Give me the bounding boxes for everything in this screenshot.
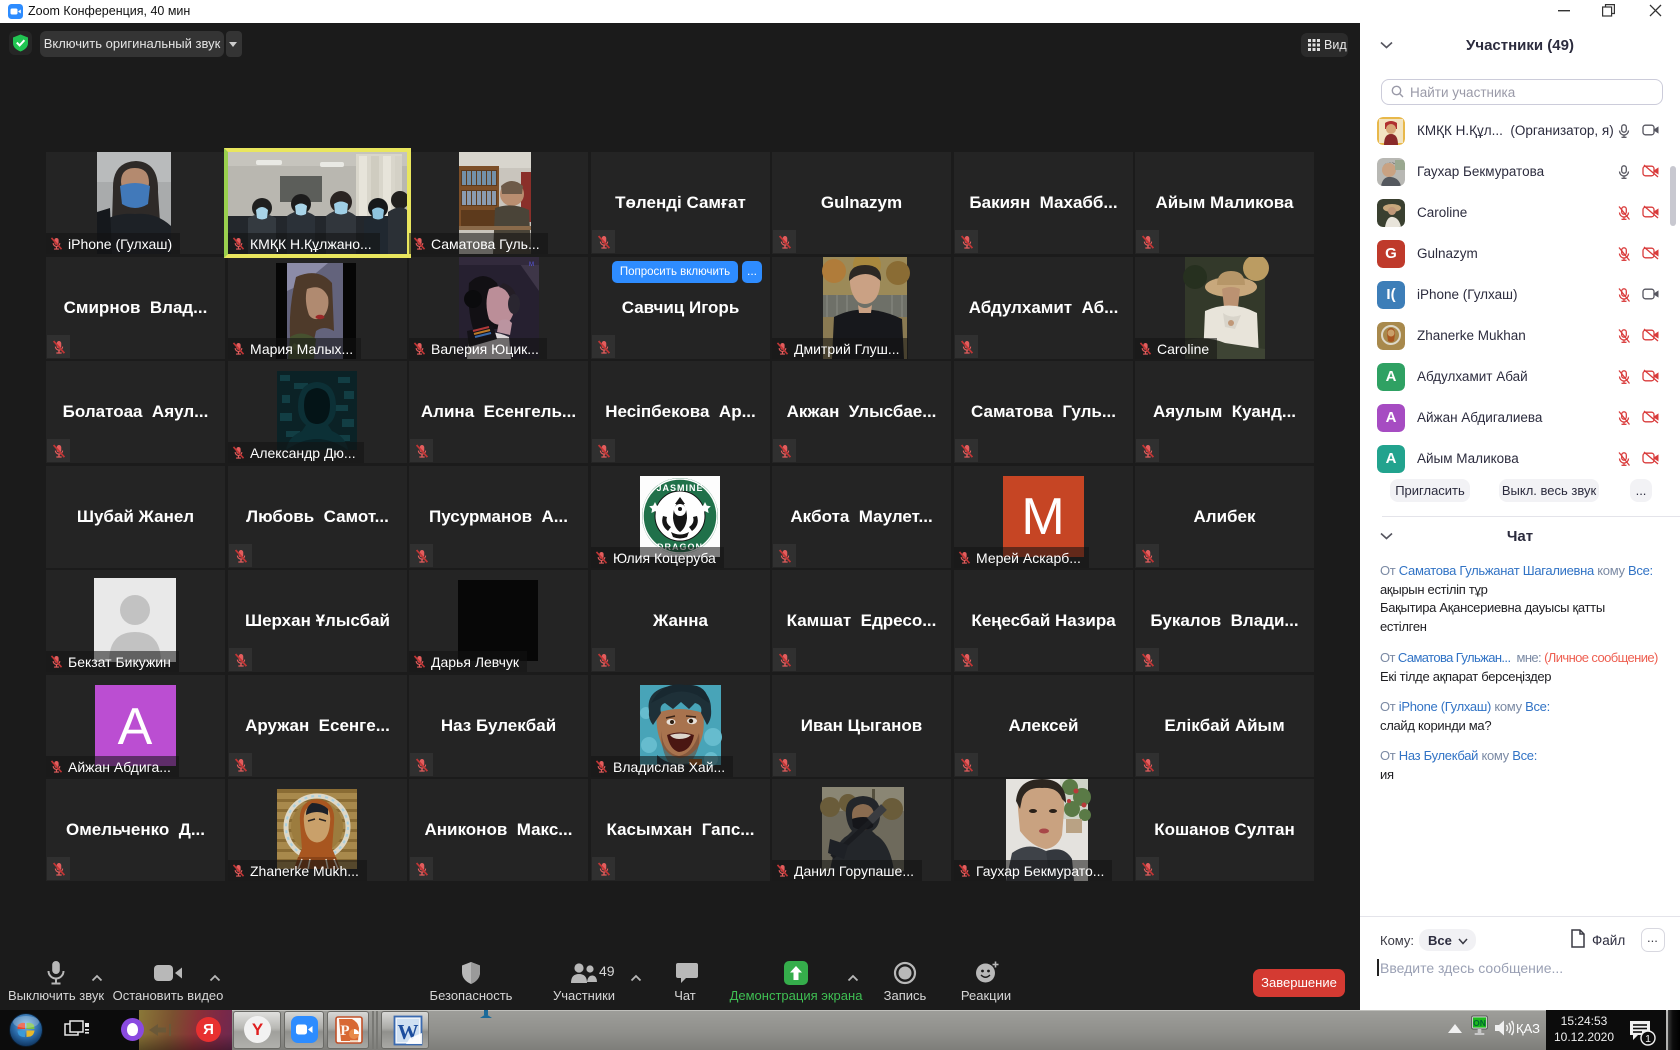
svg-text:M: M: [529, 262, 534, 268]
svg-text:JASMINE: JASMINE: [656, 483, 703, 493]
svg-text:ON: ON: [1473, 1018, 1486, 1028]
svg-text:A: A: [118, 698, 153, 756]
svg-text:M: M: [1021, 488, 1064, 546]
svg-text:1: 1: [1645, 1033, 1651, 1045]
svg-text:P: P: [340, 1023, 349, 1039]
